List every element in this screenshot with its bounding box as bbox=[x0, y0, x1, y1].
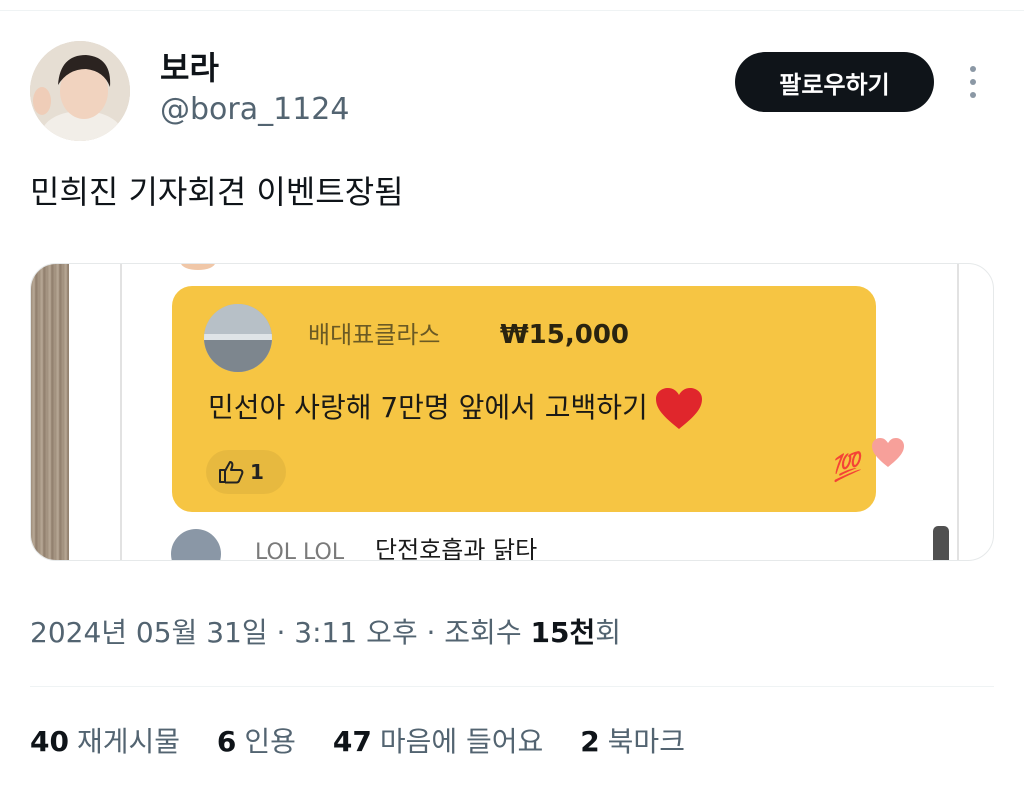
media-left-strip bbox=[31, 264, 69, 560]
chat-name: LOL LOL bbox=[255, 540, 345, 561]
views-suffix: 회 bbox=[595, 616, 621, 649]
chat-avatar bbox=[171, 529, 221, 560]
superchat-like-count: 1 bbox=[250, 460, 264, 484]
views-count: 15천 bbox=[530, 616, 596, 649]
more-dot bbox=[970, 66, 976, 72]
stat-quotes[interactable]: 6 인용 bbox=[217, 722, 296, 762]
stat-likes[interactable]: 47 마음에 들어요 bbox=[333, 722, 543, 762]
media-right-border bbox=[957, 264, 959, 560]
media-scrollbar bbox=[933, 526, 949, 560]
stat-label: 마음에 들어요 bbox=[379, 725, 544, 758]
display-name[interactable]: 보라 bbox=[160, 48, 219, 88]
top-divider bbox=[0, 10, 1024, 11]
stat-label: 재게시물 bbox=[76, 725, 181, 758]
superchat-like-button[interactable]: 1 bbox=[206, 450, 286, 494]
user-handle[interactable]: @bora_1124 bbox=[160, 90, 349, 130]
superchat-card: 배대표클라스 ₩15,000 민선아 사랑해 7만명 앞에서 고백하기 1 bbox=[172, 286, 876, 512]
more-dot bbox=[970, 92, 976, 98]
stat-count: 6 bbox=[216, 725, 237, 758]
follow-button[interactable]: 팔로우하기 bbox=[735, 52, 934, 112]
timestamp-text: 2024년 05월 31일 · 3:11 오후 · 조회수 bbox=[30, 616, 531, 649]
avatar-image bbox=[30, 41, 130, 141]
superchat-avatar bbox=[204, 304, 272, 372]
chat-message: 단전호흡과 닭타 bbox=[375, 536, 538, 561]
more-dot bbox=[970, 79, 976, 85]
tweet-media-image[interactable]: 배대표클라스 ₩15,000 민선아 사랑해 7만명 앞에서 고백하기 1 💯 … bbox=[30, 263, 994, 561]
hundred-points-icon: 💯 bbox=[828, 450, 864, 484]
tweet-timestamp[interactable]: 2024년 05월 31일 · 3:11 오후 · 조회수 15천회 bbox=[30, 613, 621, 653]
floating-heart-icon bbox=[872, 438, 904, 467]
superchat-message-text: 민선아 사랑해 7만명 앞에서 고백하기 bbox=[208, 391, 648, 424]
engagement-stats: 40 재게시물 6 인용 47 마음에 들어요 2 북마크 bbox=[30, 722, 713, 762]
stat-reposts[interactable]: 40 재게시물 bbox=[30, 722, 180, 762]
media-top-peek bbox=[181, 264, 215, 270]
stat-count: 47 bbox=[332, 725, 372, 758]
stat-label: 인용 bbox=[244, 725, 296, 758]
thumbs-up-icon bbox=[219, 461, 244, 484]
stats-divider bbox=[30, 686, 994, 687]
superchat-name: 배대표클라스 bbox=[308, 321, 441, 349]
more-vertical-icon[interactable] bbox=[958, 60, 988, 104]
superchat-message: 민선아 사랑해 7만명 앞에서 고백하기 bbox=[208, 386, 704, 431]
avatar[interactable] bbox=[30, 41, 130, 141]
superchat-avatar-image bbox=[204, 304, 272, 372]
tweet-text: 민희진 기자회견 이벤트장됨 bbox=[30, 173, 404, 211]
stat-label: 북마크 bbox=[607, 725, 685, 758]
stat-bookmarks[interactable]: 2 북마크 bbox=[580, 722, 685, 762]
red-heart-icon bbox=[655, 388, 702, 429]
superchat-amount: ₩15,000 bbox=[500, 320, 630, 350]
media-left-border bbox=[120, 264, 122, 560]
stat-count: 2 bbox=[580, 725, 600, 758]
stat-count: 40 bbox=[30, 725, 69, 758]
